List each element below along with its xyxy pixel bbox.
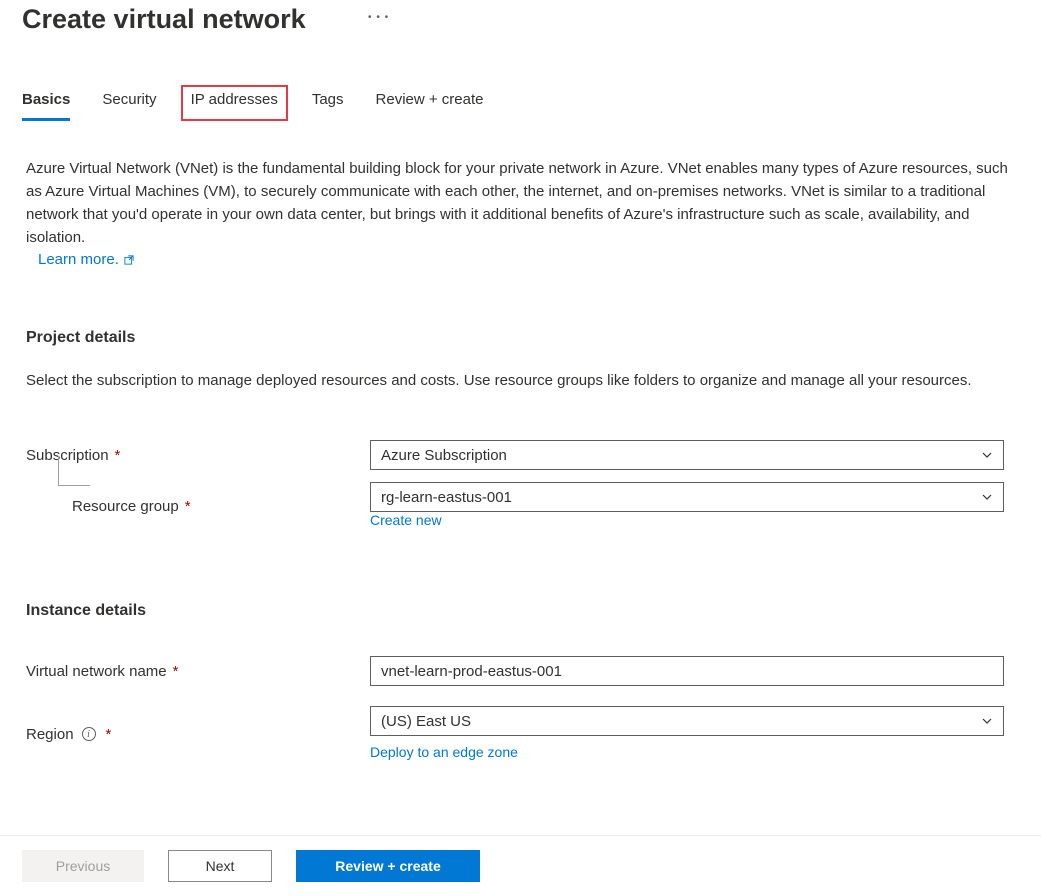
region-value: (US) East US <box>381 713 981 730</box>
region-label: Region i * <box>26 726 370 743</box>
resource-group-label: Resource group * <box>72 498 370 515</box>
resource-group-select[interactable]: rg-learn-eastus-001 <box>370 482 1004 512</box>
required-indicator: * <box>185 498 191 515</box>
tab-basics[interactable]: Basics <box>22 91 70 121</box>
vnet-name-label: Virtual network name * <box>26 663 370 680</box>
learn-more-link[interactable]: Learn more. <box>38 251 135 268</box>
resource-group-value: rg-learn-eastus-001 <box>381 489 981 506</box>
project-details-title: Project details <box>26 329 1015 347</box>
tab-tags[interactable]: Tags <box>312 91 344 121</box>
required-indicator: * <box>115 447 121 464</box>
info-icon[interactable]: i <box>82 727 96 741</box>
required-indicator: * <box>106 726 112 743</box>
tab-review-create[interactable]: Review + create <box>376 91 484 121</box>
subscription-value: Azure Subscription <box>381 447 981 464</box>
instance-details-title: Instance details <box>26 602 1015 620</box>
previous-button: Previous <box>22 850 144 882</box>
footer-actions: Previous Next Review + create <box>0 835 1041 896</box>
tabs-container: Basics Security IP addresses Tags Review… <box>0 91 1041 121</box>
tab-ip-addresses[interactable]: IP addresses <box>181 85 288 121</box>
next-button[interactable]: Next <box>168 850 272 882</box>
tree-connector <box>58 456 90 486</box>
more-icon[interactable]: • • • <box>368 12 389 23</box>
page-title: Create virtual network <box>22 4 306 35</box>
region-select[interactable]: (US) East US <box>370 706 1004 736</box>
project-details-description: Select the subscription to manage deploy… <box>26 369 1015 392</box>
chevron-down-icon <box>981 449 993 461</box>
intro-description: Azure Virtual Network (VNet) is the fund… <box>26 157 1015 249</box>
tab-security[interactable]: Security <box>102 91 156 121</box>
subscription-select[interactable]: Azure Subscription <box>370 440 1004 470</box>
chevron-down-icon <box>981 715 993 727</box>
review-create-button[interactable]: Review + create <box>296 850 480 882</box>
deploy-edge-link[interactable]: Deploy to an edge zone <box>370 744 518 760</box>
chevron-down-icon <box>981 491 993 503</box>
create-new-link[interactable]: Create new <box>370 512 442 528</box>
vnet-name-input[interactable] <box>370 656 1004 686</box>
required-indicator: * <box>173 663 179 680</box>
learn-more-text: Learn more. <box>38 251 119 268</box>
external-link-icon <box>123 254 135 266</box>
